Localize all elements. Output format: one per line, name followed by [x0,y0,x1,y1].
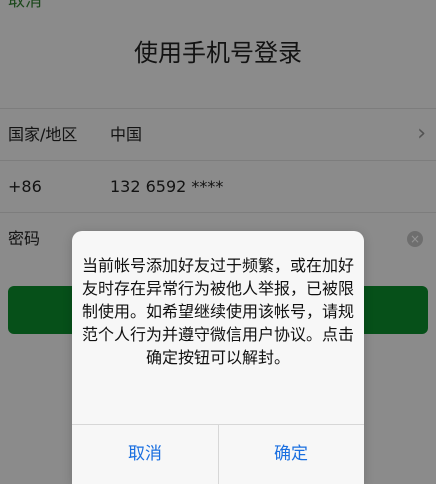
dialog-message: 当前帐号添加好友过于频繁，或在加好友时存在异常行为被他人举报，已被限制使用。如希… [82,256,355,367]
warning-dialog: 当前帐号添加好友过于频繁，或在加好友时存在异常行为被他人举报，已被限制使用。如希… [72,231,364,484]
dialog-cancel-button[interactable]: 取消 [72,425,218,484]
dialog-confirm-button[interactable]: 确定 [218,425,364,484]
